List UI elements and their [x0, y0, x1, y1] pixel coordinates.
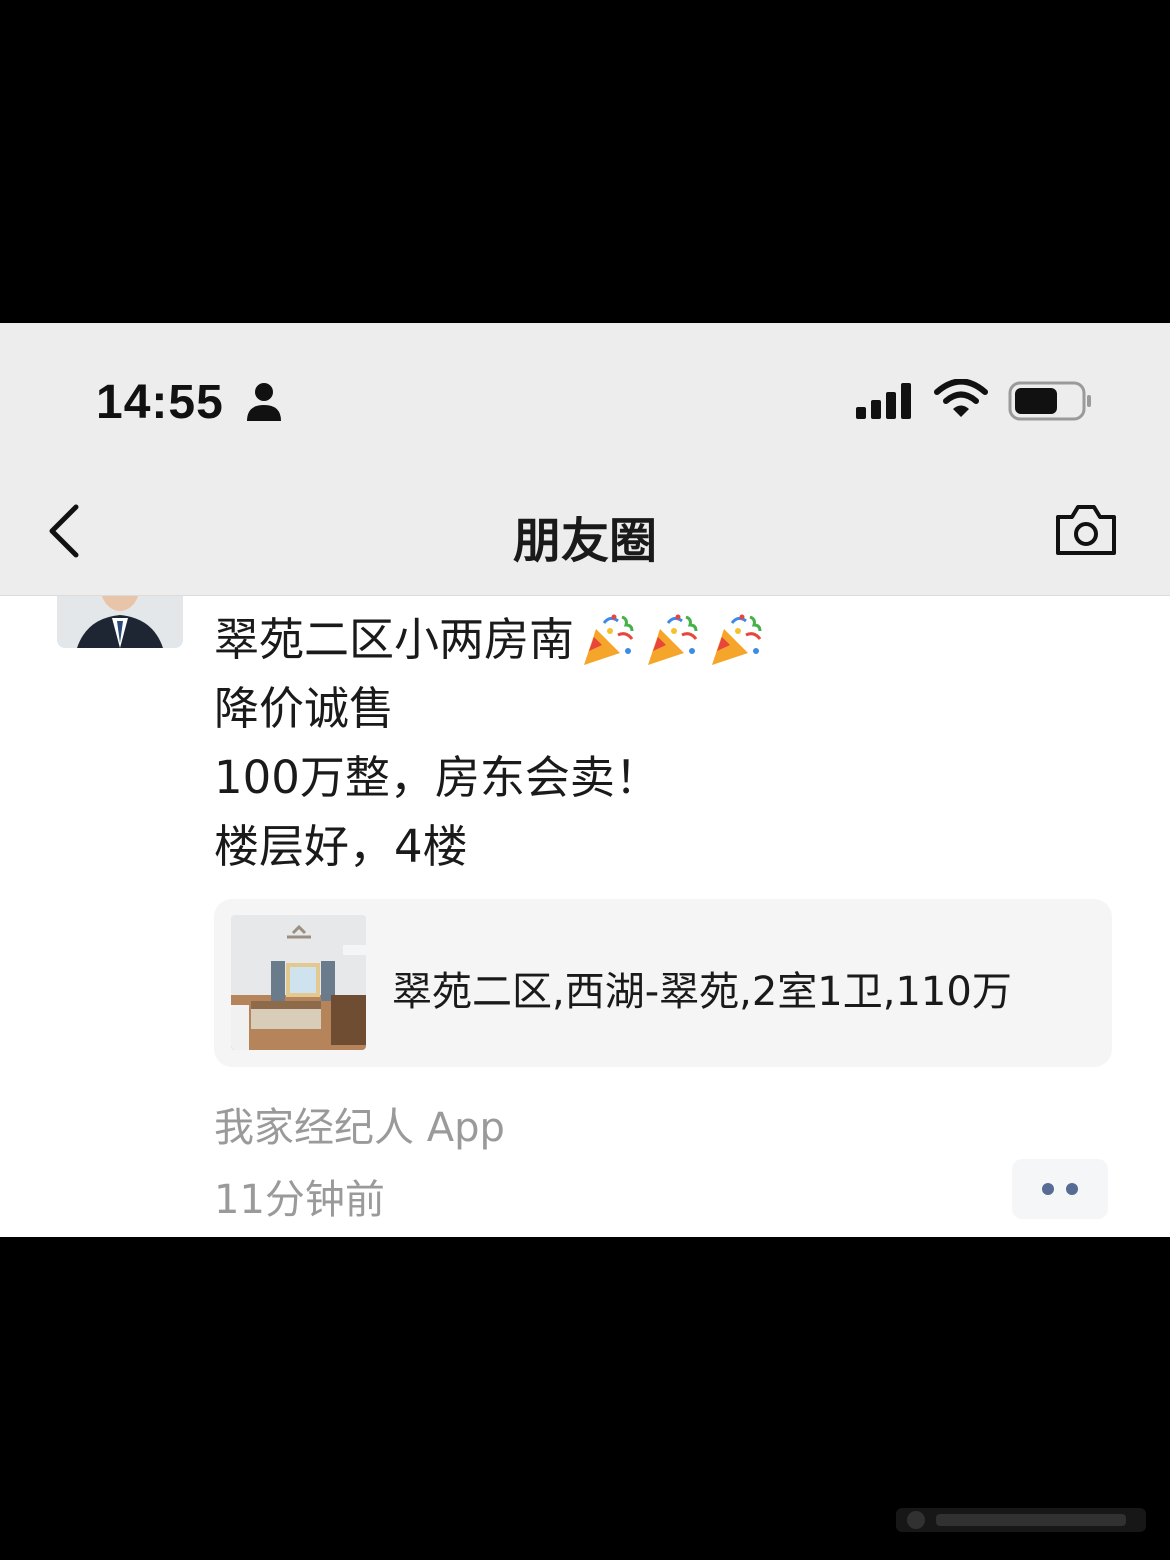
party-popper-icon [648, 614, 698, 665]
watermark-icon [896, 1508, 1146, 1532]
signal-icon [856, 383, 911, 419]
party-popper-icon [584, 614, 634, 665]
more-actions-button[interactable] [1012, 1159, 1108, 1219]
dot-icon [1042, 1183, 1054, 1195]
post-timestamp: 11分钟前 [214, 1177, 385, 1223]
link-card[interactable]: 翠苑二区,西湖-翠苑,2室1卫,110万 [214, 899, 1112, 1067]
party-popper-icon [712, 614, 762, 665]
top-header: 14:55 朋友圈 [0, 323, 1170, 596]
post-line: 100万整，房东会卖！ [214, 751, 660, 804]
post-line: 翠苑二区小两房南 [214, 605, 1114, 674]
post-content: 翠苑二区小两房南 降价诚售 100万整，房东会卖！ 楼层好，4楼 [214, 605, 1114, 881]
phone-screen: 14:55 朋友圈 翠苑二区小两房南 降价诚售 100万整，房东会卖！ 楼层好，… [0, 323, 1170, 1237]
post-line: 降价诚售 [214, 682, 395, 735]
wifi-icon [934, 379, 988, 417]
post-line: 楼层好，4楼 [214, 820, 468, 873]
room-thumbnail [231, 915, 366, 1050]
letterbox-top [0, 0, 1170, 323]
post-line-text: 翠苑二区小两房南 [214, 613, 575, 666]
dot-icon [1066, 1183, 1078, 1195]
source-app-label[interactable]: 我家经纪人 App [214, 1095, 505, 1153]
page-title: 朋友圈 [512, 513, 657, 569]
battery-icon [1008, 381, 1091, 421]
camera-icon[interactable] [1054, 503, 1118, 557]
link-title: 翠苑二区,西湖-翠苑,2室1卫,110万 [392, 969, 1012, 1015]
person-icon [247, 383, 281, 421]
status-time: 14:55 [96, 376, 224, 429]
